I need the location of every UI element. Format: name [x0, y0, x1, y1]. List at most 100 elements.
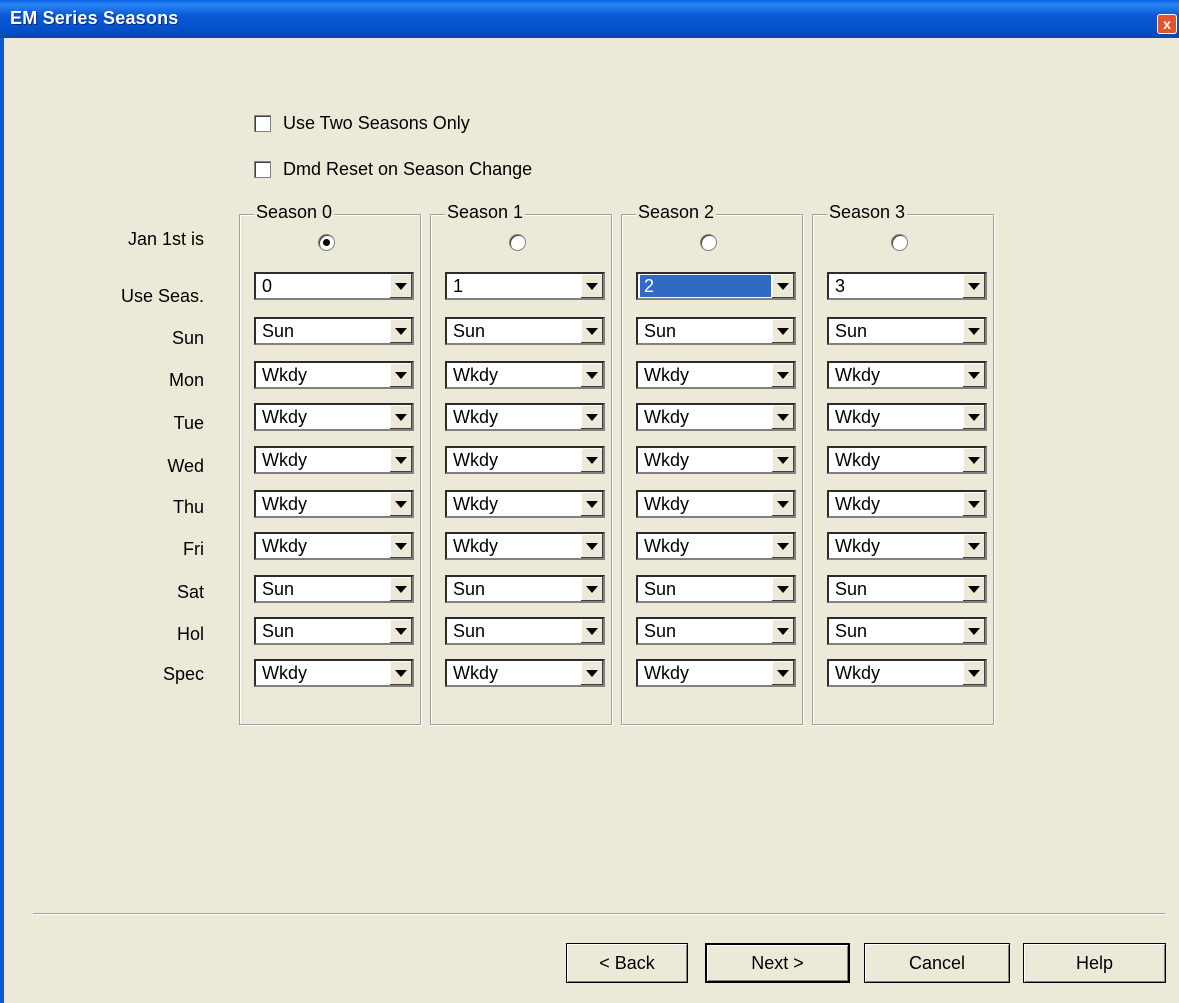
- chevron-down-icon[interactable]: [389, 492, 412, 516]
- chevron-down-icon[interactable]: [389, 274, 412, 298]
- day-type-select[interactable]: Wkdy: [636, 361, 796, 389]
- chevron-down-icon[interactable]: [771, 319, 794, 343]
- select-value: Sun: [453, 579, 486, 599]
- back-button[interactable]: < Back: [566, 943, 688, 983]
- day-type-select[interactable]: Sun: [254, 575, 414, 603]
- day-type-select[interactable]: Wkdy: [636, 403, 796, 431]
- chevron-down-icon[interactable]: [962, 448, 985, 472]
- day-type-select[interactable]: Wkdy: [445, 532, 605, 560]
- use-seas-select[interactable]: 1: [445, 272, 605, 300]
- chevron-down-icon[interactable]: [771, 274, 794, 298]
- jan1-radio-season-0[interactable]: [318, 234, 335, 251]
- chevron-down-icon[interactable]: [580, 577, 603, 601]
- day-type-select[interactable]: Sun: [254, 317, 414, 345]
- day-type-select[interactable]: Wkdy: [636, 446, 796, 474]
- chevron-down-icon[interactable]: [962, 319, 985, 343]
- chevron-down-icon[interactable]: [771, 577, 794, 601]
- chevron-down-icon[interactable]: [389, 363, 412, 387]
- chevron-down-icon[interactable]: [771, 534, 794, 558]
- chevron-down-icon[interactable]: [389, 577, 412, 601]
- day-type-select[interactable]: Wkdy: [827, 659, 987, 687]
- day-type-select[interactable]: Wkdy: [254, 403, 414, 431]
- chevron-down-icon[interactable]: [962, 492, 985, 516]
- day-type-select[interactable]: Wkdy: [636, 532, 796, 560]
- day-type-select[interactable]: Wkdy: [254, 490, 414, 518]
- chevron-down-icon[interactable]: [580, 534, 603, 558]
- day-type-select[interactable]: Sun: [254, 617, 414, 645]
- jan1-radio-season-2[interactable]: [700, 234, 717, 251]
- chevron-down-icon[interactable]: [389, 534, 412, 558]
- chevron-down-icon[interactable]: [962, 363, 985, 387]
- chevron-down-icon[interactable]: [580, 448, 603, 472]
- day-type-select[interactable]: Wkdy: [827, 361, 987, 389]
- day-type-select[interactable]: Sun: [827, 317, 987, 345]
- chevron-down-icon[interactable]: [962, 405, 985, 429]
- chevron-down-icon[interactable]: [771, 363, 794, 387]
- help-button[interactable]: Help: [1023, 943, 1166, 983]
- chevron-down-icon[interactable]: [580, 492, 603, 516]
- dmd-reset-checkbox[interactable]: [254, 160, 271, 178]
- select-value: Wkdy: [644, 365, 689, 385]
- day-type-select[interactable]: Sun: [445, 575, 605, 603]
- day-type-select[interactable]: Wkdy: [445, 446, 605, 474]
- chevron-down-icon[interactable]: [389, 448, 412, 472]
- cancel-button[interactable]: Cancel: [864, 943, 1010, 983]
- use-two-seasons-option[interactable]: Use Two Seasons Only: [254, 111, 470, 135]
- chevron-down-icon[interactable]: [771, 619, 794, 643]
- chevron-down-icon[interactable]: [962, 274, 985, 298]
- chevron-down-icon[interactable]: [580, 405, 603, 429]
- jan1-radio-season-3[interactable]: [891, 234, 908, 251]
- use-seas-select[interactable]: 3: [827, 272, 987, 300]
- day-type-select[interactable]: Wkdy: [827, 403, 987, 431]
- day-type-select[interactable]: Wkdy: [827, 490, 987, 518]
- day-type-select[interactable]: Sun: [636, 317, 796, 345]
- chevron-down-icon[interactable]: [389, 661, 412, 685]
- chevron-down-icon[interactable]: [962, 577, 985, 601]
- chevron-down-icon[interactable]: [580, 619, 603, 643]
- day-type-select[interactable]: Sun: [827, 575, 987, 603]
- day-type-select[interactable]: Wkdy: [636, 659, 796, 687]
- day-type-select[interactable]: Wkdy: [254, 532, 414, 560]
- chevron-down-icon[interactable]: [580, 661, 603, 685]
- chevron-down-icon[interactable]: [389, 405, 412, 429]
- jan1-radio-season-1[interactable]: [509, 234, 526, 251]
- chevron-down-icon[interactable]: [389, 319, 412, 343]
- day-type-select[interactable]: Sun: [636, 617, 796, 645]
- use-two-seasons-checkbox[interactable]: [254, 114, 271, 132]
- day-type-select[interactable]: Wkdy: [254, 446, 414, 474]
- day-type-select[interactable]: Sun: [445, 317, 605, 345]
- day-type-select[interactable]: Wkdy: [445, 659, 605, 687]
- dmd-reset-option[interactable]: Dmd Reset on Season Change: [254, 157, 532, 181]
- select-value: Sun: [262, 621, 295, 641]
- chevron-down-icon[interactable]: [962, 534, 985, 558]
- day-type-select[interactable]: Wkdy: [827, 446, 987, 474]
- day-type-select[interactable]: Wkdy: [445, 403, 605, 431]
- chevron-down-icon[interactable]: [771, 492, 794, 516]
- chevron-down-icon[interactable]: [771, 661, 794, 685]
- next-button[interactable]: Next >: [705, 943, 850, 983]
- select-value: Sun: [262, 579, 295, 599]
- day-type-select[interactable]: Wkdy: [445, 361, 605, 389]
- day-type-select[interactable]: Sun: [827, 617, 987, 645]
- day-type-select[interactable]: Sun: [636, 575, 796, 603]
- chevron-down-icon[interactable]: [580, 319, 603, 343]
- use-seas-select[interactable]: 2: [636, 272, 796, 300]
- close-icon[interactable]: x: [1157, 14, 1177, 34]
- day-type-select[interactable]: Wkdy: [254, 361, 414, 389]
- select-value: Wkdy: [453, 450, 498, 470]
- chevron-down-icon[interactable]: [962, 619, 985, 643]
- day-type-select[interactable]: Wkdy: [445, 490, 605, 518]
- day-type-select[interactable]: Wkdy: [827, 532, 987, 560]
- day-type-select[interactable]: Sun: [445, 617, 605, 645]
- chevron-down-icon[interactable]: [771, 405, 794, 429]
- chevron-down-icon[interactable]: [962, 661, 985, 685]
- chevron-down-icon[interactable]: [580, 363, 603, 387]
- day-type-select[interactable]: Wkdy: [636, 490, 796, 518]
- chevron-down-icon[interactable]: [771, 448, 794, 472]
- use-seas-select[interactable]: 0: [254, 272, 414, 300]
- season-group-2: Season 2 2 Sun Wkdy Wkdy Wkdy Wkdy Wkdy Sun Sun Wk…: [621, 202, 803, 725]
- select-value: Wkdy: [453, 536, 498, 556]
- day-type-select[interactable]: Wkdy: [254, 659, 414, 687]
- chevron-down-icon[interactable]: [580, 274, 603, 298]
- chevron-down-icon[interactable]: [389, 619, 412, 643]
